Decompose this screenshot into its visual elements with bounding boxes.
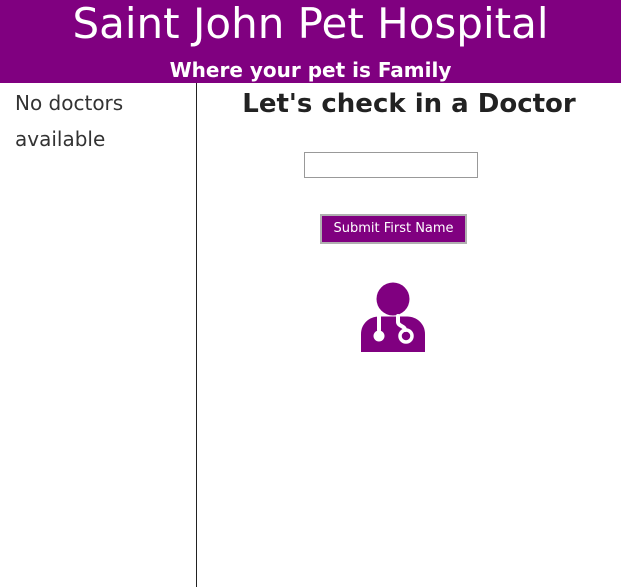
site-tagline: Where your pet is Family bbox=[169, 58, 452, 82]
doctor-list-sidebar: No doctors available bbox=[0, 83, 197, 587]
check-in-panel: Let's check in a Doctor Submit First Nam… bbox=[197, 83, 621, 587]
check-in-heading: Let's check in a Doctor bbox=[242, 89, 576, 119]
first-name-input[interactable] bbox=[304, 152, 478, 178]
site-header: Saint John Pet Hospital Where your pet i… bbox=[0, 0, 621, 83]
site-title: Saint John Pet Hospital bbox=[72, 0, 549, 48]
submit-first-name-button[interactable]: Submit First Name bbox=[320, 214, 467, 244]
user-doctor-icon bbox=[361, 282, 425, 352]
no-doctors-message: No doctors available bbox=[15, 91, 124, 151]
